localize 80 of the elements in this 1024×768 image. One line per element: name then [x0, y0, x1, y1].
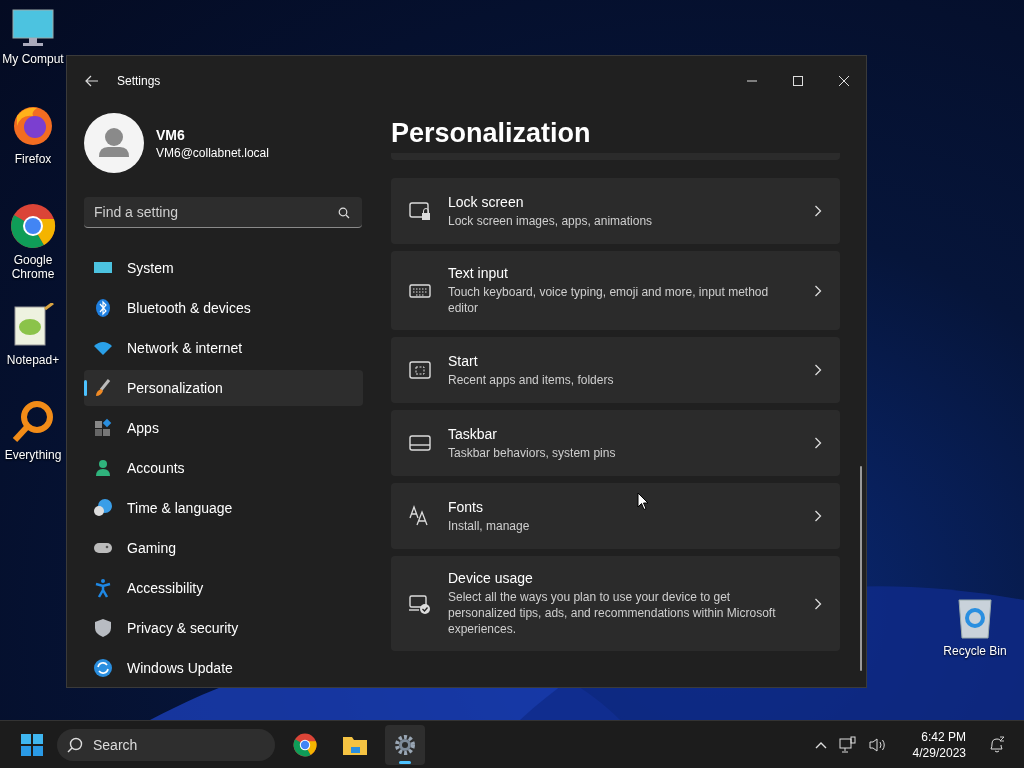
close-icon[interactable]: [838, 75, 850, 87]
card-title: Lock screen: [448, 193, 524, 210]
chevron-right-icon: [814, 510, 822, 522]
paintbrush-icon: [93, 378, 113, 398]
sidebar-item[interactable]: Apps: [84, 410, 363, 446]
desktop-icon-label[interactable]: Google Chrome: [0, 253, 66, 281]
clock-time: 6:42 PM: [921, 728, 966, 745]
monitor-icon[interactable]: [11, 8, 55, 48]
settings-card[interactable]: Start Recent apps and items, folders: [391, 337, 840, 403]
chevron-right-icon: [814, 284, 822, 297]
desktop-icon-label[interactable]: Firefox: [14, 152, 52, 166]
settings-search-field[interactable]: Find a setting: [84, 197, 362, 228]
card-description: Taskbar behaviors, system pins: [448, 444, 616, 461]
sidebar-item[interactable]: Windows Update: [84, 650, 363, 686]
chevron-right-icon: [814, 597, 822, 610]
chrome-logo-icon[interactable]: [10, 203, 56, 249]
card-title: Fonts: [448, 498, 483, 515]
card-description: Select all the ways you plan to use your device to get personalized tips, ads, and recommendations within Microsoft experiences.: [448, 589, 777, 637]
gear-icon: [393, 732, 417, 757]
sidebar-item[interactable]: Accounts: [84, 450, 363, 486]
lock-screen-icon: [408, 199, 432, 223]
refresh-icon: [93, 658, 113, 678]
maximize-icon[interactable]: [792, 75, 804, 87]
mouse-cursor-icon: [637, 492, 649, 511]
user-name: VM6: [156, 126, 186, 143]
bluetooth-icon: [93, 298, 113, 318]
start-menu-icon: [408, 358, 432, 382]
card-title: Start: [448, 352, 478, 369]
shield-icon: [93, 618, 113, 638]
search-icon: [67, 736, 83, 753]
start-button-icon[interactable]: [21, 733, 43, 756]
sidebar-item[interactable]: Privacy & security: [84, 610, 363, 646]
sidebar-item[interactable]: Network & internet: [84, 330, 363, 366]
speaker-icon[interactable]: [868, 736, 887, 753]
window-title: Settings: [117, 74, 161, 88]
search-icon[interactable]: [338, 207, 350, 219]
user-email: VM6@collabnet.local: [156, 145, 269, 160]
sidebar-item[interactable]: Bluetooth & devices: [84, 290, 363, 326]
card-description: Lock screen images, apps, animations: [448, 212, 653, 229]
recycle-bin-icon[interactable]: [955, 596, 995, 640]
card-title: Text input: [448, 265, 508, 281]
settings-card[interactable]: Text input Touch keyboard, voice typing, emoji and more, input method editor: [391, 251, 840, 330]
fox-globe-icon[interactable]: [11, 104, 55, 148]
person-icon: [93, 458, 113, 478]
network-monitor-icon[interactable]: [838, 735, 857, 754]
gear-taskbar-button[interactable]: [385, 724, 425, 765]
desktop-icon-label[interactable]: My Comput: [2, 52, 64, 66]
chevron-right-icon: [814, 364, 822, 376]
sidebar-item[interactable]: Personalization: [84, 370, 363, 406]
desktop-icon-label[interactable]: Everything: [4, 448, 62, 462]
chevron-right-icon: [814, 437, 822, 449]
card-description: Touch keyboard, voice typing, emoji and more, input method editor: [448, 284, 770, 316]
scrollbar[interactable]: [860, 466, 862, 671]
settings-card[interactable]: Taskbar Taskbar behaviors, system pins: [391, 410, 840, 476]
notification-bell-icon[interactable]: [988, 735, 1006, 754]
settings-card[interactable]: Device usage Select all the ways you plan to use your device to get personalized tips, ads, and recommendations within Microsoft experiences.: [391, 556, 840, 651]
page-title: Personalization: [391, 117, 592, 150]
desktop-icon-label[interactable]: Recycle Bin: [943, 644, 1007, 658]
sidebar-item[interactable]: Gaming: [84, 530, 363, 566]
chevron-up-icon[interactable]: [814, 740, 827, 749]
card-title: Device usage: [448, 570, 533, 586]
sidebar-item[interactable]: Time & language: [84, 490, 363, 526]
accessibility-person-icon: [93, 578, 113, 598]
sidebar-item[interactable]: System: [84, 250, 363, 286]
card-description: Recent apps and items, folders: [448, 371, 614, 388]
clock-button[interactable]: 6:42 PM 4/29/2023: [912, 728, 966, 761]
avatar-icon: [84, 113, 144, 173]
chevron-right-icon: [814, 205, 822, 217]
card-title: Taskbar: [448, 425, 498, 442]
apps-grid-icon: [93, 418, 113, 438]
back-arrow-icon[interactable]: [85, 75, 99, 87]
card-description: Install, manage: [448, 517, 530, 534]
taskbar-search-field[interactable]: Search: [57, 728, 275, 761]
chrome-logo-icon: [293, 732, 317, 757]
sidebar-item[interactable]: Accessibility: [84, 570, 363, 606]
settings-card[interactable]: Lock screen Lock screen images, apps, animations: [391, 178, 840, 244]
settings-card[interactable]: Fonts Install, manage: [391, 483, 840, 549]
magnifier-ring-icon[interactable]: [11, 400, 55, 444]
desktop-icon-label[interactable]: Notepad+: [6, 353, 60, 367]
clock-date: 4/29/2023: [912, 744, 966, 761]
